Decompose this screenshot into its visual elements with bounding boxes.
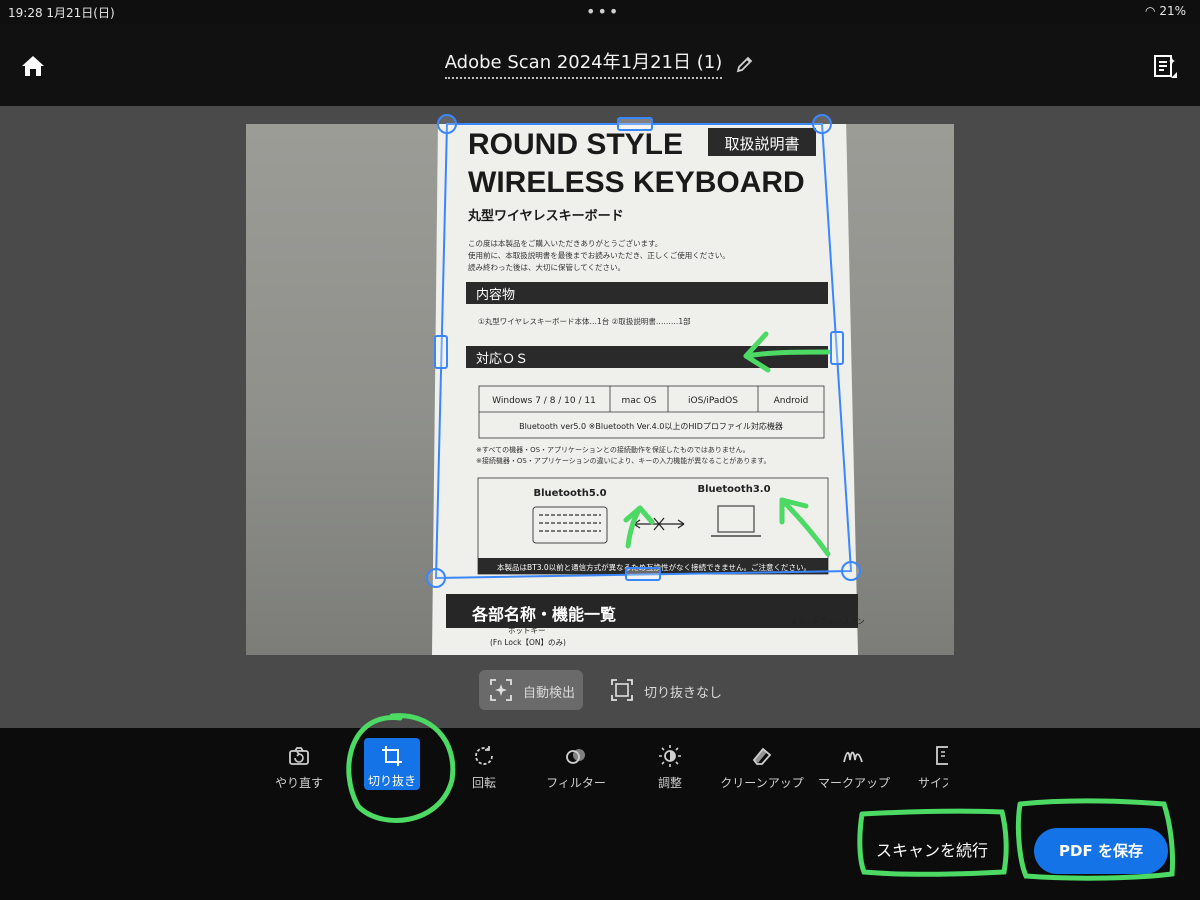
wifi-icon: ◠	[1145, 4, 1156, 18]
doc-section-contents: 内容物	[476, 287, 515, 303]
doc-contents-line: ①丸型ワイヤレスキーボード本体…1台 ②取扱説明書………1部	[478, 316, 691, 326]
doc-section-parts: 各部名称・機能一覧	[471, 605, 616, 624]
preview-canvas: ROUND STYLE 取扱説明書 WIRELESS KEYBOARD 丸型ワイ…	[0, 106, 1200, 728]
status-bar: 19:28 1月21日(日) ••• ◠ 21%	[0, 0, 1200, 24]
doc-intro-3: 読み終わった後は、大切に保管してください。	[468, 262, 625, 272]
doc-hotkey: ホットキー	[508, 626, 546, 635]
pencil-edit-icon[interactable]	[735, 54, 755, 74]
tool-adjust[interactable]: 調整	[628, 736, 712, 800]
retake-camera-icon	[289, 747, 309, 765]
save-pdf-button[interactable]: PDF を保存	[1034, 828, 1168, 874]
doc-section-os: 対応ＯＳ	[476, 352, 528, 367]
doc-intro-2: 使用前に、本取扱説明書を最後までお読みいただき、正しくご使用ください。	[468, 250, 730, 260]
title-area: Adobe Scan 2024年1月21日 (1)	[0, 48, 1200, 79]
doc-bt-right: Bluetooth3.0	[697, 484, 770, 495]
tool-resize[interactable]: サイズ	[904, 736, 948, 800]
crop-icon	[382, 746, 402, 766]
doc-os-mac: mac OS	[622, 396, 657, 406]
doc-intro-1: この度は本製品をご購入いただきありがとうございます。	[468, 238, 662, 248]
document-image: ROUND STYLE 取扱説明書 WIRELESS KEYBOARD 丸型ワイ…	[432, 124, 865, 655]
tool-resize-label: サイズ	[918, 776, 948, 790]
tool-cleanup-label: クリーンアップ	[720, 776, 804, 790]
tool-retake[interactable]: やり直す	[257, 736, 341, 800]
scanned-photo[interactable]: ROUND STYLE 取扱説明書 WIRELESS KEYBOARD 丸型ワイ…	[246, 124, 954, 655]
no-crop-icon	[611, 679, 633, 701]
adjust-icon	[659, 745, 681, 767]
doc-note-1: ※すべての機器・OS・アプリケーションとの接続動作を保証したものではありません。	[476, 445, 750, 454]
tool-cleanup[interactable]: クリーンアップ	[720, 736, 804, 800]
multitask-dots-icon[interactable]: •••	[586, 2, 620, 21]
tool-crop[interactable]: 切り抜き	[364, 738, 420, 790]
doc-badge: 取扱説明書	[724, 135, 799, 153]
doc-note-2: ※接続機器・OS・アプリケーションの違いにより、キーの入力機能が異なることがあり…	[476, 456, 771, 465]
doc-fnlock: (Fn Lock【ON】のみ)	[490, 638, 566, 647]
page-options-button[interactable]	[1150, 52, 1180, 82]
auto-detect-label: 自動検出	[523, 686, 576, 701]
rotate-icon	[475, 746, 493, 765]
continue-scan-label: スキャンを続行	[875, 841, 988, 860]
status-time: 19:28 1月21日(日)	[8, 6, 115, 20]
page-sparkle-icon	[1154, 55, 1177, 78]
no-crop-label: 切り抜きなし	[644, 686, 723, 701]
battery-percent: 21%	[1159, 4, 1186, 18]
doc-os-android: Android	[774, 396, 809, 406]
tool-rotate[interactable]: 回転	[442, 736, 526, 800]
resize-icon	[936, 746, 948, 765]
doc-bt-left: Bluetooth5.0	[533, 488, 606, 499]
filter-icon	[566, 749, 585, 764]
auto-detect-button[interactable]: 自動検出	[479, 670, 583, 710]
tools-bar: やり直す 切り抜き 回転 フィルター 調整 クリーンアップ マークアップ サイズ…	[0, 728, 1200, 900]
tool-filter-label: フィルター	[546, 776, 606, 790]
tool-adjust-label: 調整	[657, 776, 682, 790]
tool-markup[interactable]: マークアップ	[812, 736, 896, 800]
document-title[interactable]: Adobe Scan 2024年1月21日 (1)	[444, 48, 723, 79]
doc-subtitle: 丸型ワイヤレスキーボード	[467, 208, 624, 224]
tool-filter[interactable]: フィルター	[534, 736, 618, 800]
battery-status: ◠ 21%	[1145, 4, 1186, 18]
doc-bt-line: Bluetooth ver5.0 ※Bluetooth Ver.4.0以上のHI…	[519, 421, 783, 431]
markup-icon	[843, 751, 863, 763]
top-bar: Adobe Scan 2024年1月21日 (1)	[0, 24, 1200, 106]
no-crop-button[interactable]: 切り抜きなし	[600, 670, 724, 710]
tool-retake-label: やり直す	[274, 776, 323, 790]
doc-smartphone: スマートフォンスタン	[790, 617, 865, 626]
doc-title-line2: WIRELESS KEYBOARD	[468, 166, 805, 199]
eraser-icon	[752, 747, 772, 765]
tool-crop-label: 切り抜き	[367, 774, 416, 788]
doc-title-line1: ROUND STYLE	[468, 128, 683, 161]
doc-footer-note: 本製品はBT3.0以前と通信方式が異なるため互換性がなく接続できません。ご注意く…	[497, 562, 811, 572]
tool-rotate-label: 回転	[471, 776, 496, 790]
doc-os-ios: iOS/iPadOS	[688, 396, 738, 406]
doc-os-windows: Windows 7 / 8 / 10 / 11	[492, 396, 596, 406]
tool-markup-label: マークアップ	[817, 776, 890, 790]
auto-detect-icon	[490, 679, 512, 701]
continue-scan-button[interactable]: スキャンを続行	[866, 834, 998, 868]
save-pdf-label: PDF を保存	[1059, 842, 1143, 860]
